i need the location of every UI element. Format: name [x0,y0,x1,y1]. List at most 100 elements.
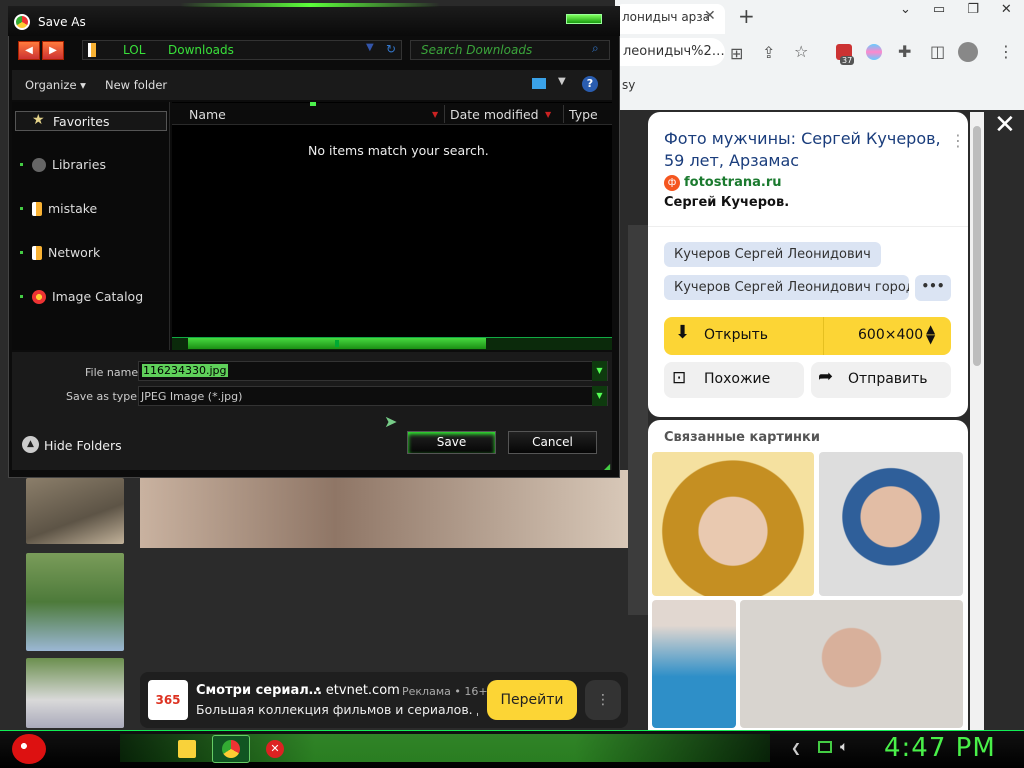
window-controls: ⌄ ▭ ❐ ✕ [900,2,1012,17]
thumbnail[interactable] [26,658,124,728]
back-button[interactable]: ◀ [18,41,40,60]
file-name-value[interactable]: 116234330.jpg [142,364,228,377]
taskbar-app[interactable]: ✕ [256,735,294,763]
search-icon[interactable]: ⌕ [592,41,599,56]
cancel-button[interactable]: Cancel [508,431,597,454]
tab-close-icon[interactable]: ✕ [704,8,716,24]
bookmark-item[interactable]: sy [622,78,635,92]
panel-menu-icon[interactable]: ⋮ [950,131,966,150]
dialog-close-button[interactable] [566,14,602,24]
expand-dot[interactable] [20,251,23,254]
refresh-icon[interactable]: ↻ [386,42,396,56]
sidebar-item-libraries[interactable]: Libraries [20,157,106,172]
close-icon[interactable]: ✕ [1001,2,1012,17]
related-image[interactable] [652,452,814,596]
chevron-down-icon[interactable]: ▼ [558,76,566,87]
column-separator[interactable] [563,105,564,123]
open-label: Открыть [704,327,768,343]
chrome-icon [14,14,30,30]
help-icon[interactable]: ? [582,76,598,92]
sidebar-item-label: Image Catalog [52,289,144,304]
column-header-type[interactable]: Type [569,107,598,122]
column-header-name[interactable]: Name [189,107,226,122]
breadcrumb-item[interactable]: Downloads [168,43,234,57]
ad-go-button[interactable]: Перейти [487,680,577,720]
new-folder-button[interactable]: New folder [105,78,167,92]
angry-bird-icon[interactable] [12,734,46,764]
thumbnail[interactable] [26,478,124,544]
download-icon: ⬇ [675,322,691,343]
related-image[interactable] [740,600,963,728]
chevron-up-icon[interactable]: ▲ [22,436,39,453]
size-selector[interactable]: 600×400 [858,327,923,343]
address-bar[interactable]: леонидыч%2… [615,38,725,66]
dialog-title: Save As [38,15,86,29]
column-filter-icon[interactable]: ▼ [545,110,551,119]
ad-more-icon[interactable]: ⋮ [585,680,621,720]
file-list[interactable] [172,102,612,350]
sidebar-item-mistake[interactable]: mistake [20,201,97,216]
related-image[interactable] [819,452,963,596]
taskbar-explorer[interactable] [168,735,206,763]
forward-button[interactable]: ▶ [42,41,64,60]
puzzle-icon[interactable]: ✚ [898,42,911,61]
related-image[interactable] [652,600,736,728]
network-icon[interactable] [818,741,832,753]
expand-dot[interactable] [20,207,23,210]
column-header-date[interactable]: Date modified [450,107,539,122]
sidebar-icon[interactable]: ◫ [930,42,945,61]
hide-folders-button[interactable]: Hide Folders [44,438,122,453]
tray-chevron-icon[interactable]: ❮ [791,741,801,755]
breadcrumb-item[interactable]: LOL [123,43,145,57]
expand-dot[interactable] [20,163,23,166]
similar-label: Похожие [704,371,771,387]
chevron-down-icon[interactable]: ▼ [366,42,374,53]
ad-description: Большая коллекция фильмов и сериалов. Д… [196,702,478,717]
translate-icon[interactable]: ⊞ [730,44,743,63]
tab-title: лонидыч арза [622,10,711,24]
profile-avatar[interactable] [958,42,978,62]
restore-icon[interactable]: ❐ [967,2,979,17]
chevron-down-icon[interactable]: ▼ [592,361,607,381]
taskbar-chrome[interactable] [212,735,250,763]
minimize-icon[interactable]: ▭ [933,2,945,17]
viewer-close-icon[interactable]: ✕ [994,110,1016,140]
save-button[interactable]: Save [407,431,496,454]
panel-title[interactable]: Фото мужчины: Сергей Кучеров, 59 лет, Ар… [664,128,954,172]
column-filter-icon[interactable]: ▼ [432,110,438,119]
new-tab-icon[interactable]: + [738,4,755,28]
titlebar-accent [180,3,440,7]
share-icon[interactable]: ⇪ [762,43,775,62]
tag-chip[interactable]: Кучеров Сергей Леонидович [664,242,881,267]
menu-icon[interactable]: ⋮ [998,42,1014,61]
tag-chip[interactable]: Кучеров Сергей Леонидович город… [664,275,909,300]
scrollbar-thumb[interactable] [973,126,981,366]
expand-dot[interactable] [20,295,23,298]
scrollbar-grip [335,340,339,347]
updown-icon[interactable]: ▲ ▼ [926,323,935,345]
chevron-down-icon[interactable]: ▼ [592,386,607,406]
star-icon[interactable]: ☆ [794,42,808,61]
mouse-cursor-icon: ➤ [384,412,398,431]
more-chips-button[interactable]: ••• [915,275,951,301]
resize-grip-icon[interactable]: ◢ [604,462,610,471]
volume-icon[interactable]: 🔈︎ [840,739,848,755]
catalog-icon [32,289,46,304]
ad-title[interactable]: Смотри сериал… [196,683,322,698]
column-separator[interactable] [444,105,445,123]
lens-icon: ⊡ [672,368,687,388]
sidebar-item-image-catalog[interactable]: Image Catalog [20,289,143,304]
navigation-pane [12,102,170,350]
sidebar-item-label: Favorites [53,114,110,129]
clock[interactable]: 4:47 PM [884,733,996,763]
thumbnail[interactable] [26,553,124,651]
sidebar-item-network[interactable]: Network [20,245,100,260]
dialog-titlebar[interactable] [8,6,620,36]
extension-flag-icon[interactable] [866,44,882,60]
organize-button[interactable]: Organize ▾ [25,78,86,92]
search-input[interactable]: Search Downloads [410,40,610,60]
source-link[interactable]: fotostrana.ru [684,175,782,190]
chevron-down-icon[interactable]: ⌄ [900,2,911,17]
folder-icon [178,740,196,758]
view-icon[interactable] [532,78,546,89]
